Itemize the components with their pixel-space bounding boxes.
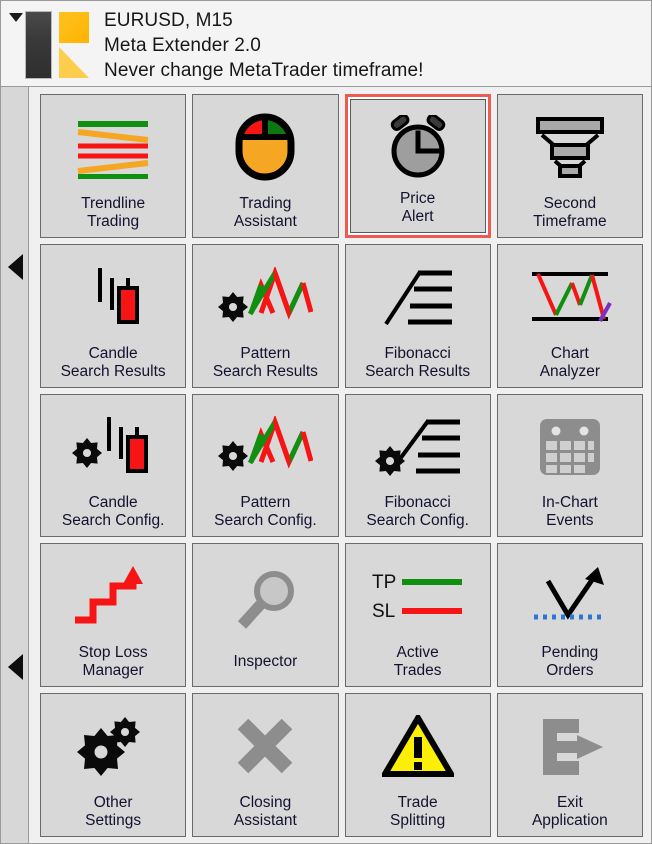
tile-closing-assistant[interactable]: Closing Assistant (192, 693, 339, 837)
svg-text:SL: SL (372, 601, 395, 622)
tile-label-price-alert: Price Alert (399, 189, 436, 225)
mouse-icon (193, 95, 337, 195)
tile-price-alert[interactable]: Price Alert (347, 97, 488, 235)
candlestick-gear-icon (41, 395, 185, 495)
timeframe-warning: Never change MetaTrader timeframe! (104, 60, 424, 81)
header-text-block: EURUSD, M15 Meta Extender 2.0 Never chan… (104, 8, 424, 83)
tile-other-settings[interactable]: Other Settings (40, 693, 187, 837)
fibonacci-gear-icon (346, 395, 490, 495)
meta-extender-window: EURUSD, M15 Meta Extender 2.0 Never chan… (0, 0, 652, 844)
triangle-left-icon-top[interactable] (8, 254, 23, 280)
warning-triangle-icon (346, 694, 490, 794)
window-body: Trendline Trading Trading Assistant Pric… (1, 87, 651, 843)
tile-chart-analyzer[interactable]: Chart Analyzer (496, 243, 643, 388)
tile-label-candle-search-results: Candle Search Results (60, 344, 166, 380)
tile-label-active-trades: Active Trades (393, 644, 442, 680)
tile-cell-closing-assistant: Closing Assistant (192, 693, 339, 837)
alarm-clock-icon (351, 100, 485, 190)
tile-cell-active-trades: TP SL Active Trades (344, 543, 491, 688)
funnel-stack-icon (498, 95, 642, 195)
tile-stop-loss-manager[interactable]: Stop Loss Manager (40, 543, 187, 688)
tile-cell-in-chart-events: In-Chart Events (496, 393, 643, 538)
symbol-timeframe: EURUSD, M15 (104, 10, 233, 31)
left-rail (1, 87, 29, 843)
tile-cell-trade-splitting: Trade Splitting (344, 693, 491, 837)
tile-grid: Trendline Trading Trading Assistant Pric… (40, 94, 643, 837)
tile-inspector[interactable]: Inspector (192, 543, 339, 688)
tile-label-pending-orders: Pending Orders (541, 644, 599, 680)
zigzag-gear-icon (193, 245, 337, 345)
tile-cell-trading-assistant: Trading Assistant (192, 94, 339, 238)
tile-label-in-chart-events: In-Chart Events (541, 494, 598, 530)
tile-fibonacci-search-config[interactable]: Fibonacci Search Config. (344, 393, 491, 538)
window-header: EURUSD, M15 Meta Extender 2.0 Never chan… (1, 1, 651, 87)
tile-label-exit-application: Exit Application (531, 794, 608, 829)
tile-cell-pattern-search-config: Pattern Search Config. (192, 393, 339, 538)
tile-cell-second-timeframe: Second Timeframe (496, 94, 643, 238)
tile-pattern-search-results[interactable]: Pattern Search Results (192, 243, 339, 388)
tile-candle-search-config[interactable]: Candle Search Config. (40, 393, 187, 538)
tile-label-second-timeframe: Second Timeframe (533, 194, 607, 230)
tile-label-other-settings: Other Settings (85, 794, 142, 829)
staircase-arrow-icon (41, 544, 185, 644)
tile-in-chart-events[interactable]: In-Chart Events (496, 393, 643, 538)
tile-pending-orders[interactable]: Pending Orders (496, 543, 643, 688)
tile-active-trades[interactable]: TP SL Active Trades (344, 543, 491, 688)
tile-cell-other-settings: Other Settings (40, 693, 187, 837)
tile-cell-trendline-trading: Trendline Trading (40, 94, 187, 238)
tile-label-chart-analyzer: Chart Analyzer (539, 344, 601, 380)
triangle-left-icon-bottom[interactable] (8, 654, 23, 680)
tile-grid-wrap: Trendline Trading Trading Assistant Pric… (29, 87, 651, 843)
tile-trendline-trading[interactable]: Trendline Trading (40, 94, 187, 238)
tile-label-trade-splitting: Trade Splitting (390, 794, 446, 829)
trendlines-icon (41, 95, 185, 195)
exit-icon (498, 694, 642, 794)
zigzag-gear-icon (193, 395, 337, 495)
calendar-icon (498, 395, 642, 495)
tile-second-timeframe[interactable]: Second Timeframe (496, 94, 643, 238)
tile-cell-exit-application: Exit Application (496, 693, 643, 837)
app-name: Meta Extender 2.0 (104, 35, 261, 56)
gears-icon (41, 694, 185, 794)
chart-analyzer-icon (498, 245, 642, 345)
tile-label-stop-loss-manager: Stop Loss Manager (78, 644, 148, 680)
tile-exit-application[interactable]: Exit Application (496, 693, 643, 837)
tile-cell-inspector: Inspector (192, 543, 339, 688)
tile-cell-chart-analyzer: Chart Analyzer (496, 243, 643, 388)
fibonacci-icon (346, 245, 490, 345)
tile-cell-pattern-search-results: Pattern Search Results (192, 243, 339, 388)
tile-cell-fibonacci-search-results: Fibonacci Search Results (344, 243, 491, 388)
cross-icon (193, 694, 337, 794)
tile-fibonacci-search-results[interactable]: Fibonacci Search Results (344, 243, 491, 388)
tile-trading-assistant[interactable]: Trading Assistant (192, 94, 339, 238)
svg-text:TP: TP (372, 572, 396, 593)
pending-arrow-icon (498, 544, 642, 644)
tile-label-trading-assistant: Trading Assistant (233, 194, 297, 230)
tile-cell-pending-orders: Pending Orders (496, 543, 643, 688)
tile-label-candle-search-config: Candle Search Config. (61, 494, 165, 530)
tile-pattern-search-config[interactable]: Pattern Search Config. (192, 393, 339, 538)
magnifier-icon (193, 544, 337, 653)
tile-cell-candle-search-config: Candle Search Config. (40, 393, 187, 538)
tile-label-trendline-trading: Trendline Trading (81, 194, 146, 230)
tile-label-fibonacci-search-config: Fibonacci Search Config. (366, 494, 469, 530)
tile-cell-fibonacci-search-config: Fibonacci Search Config. (344, 393, 491, 538)
tile-label-closing-assistant: Closing Assistant (233, 794, 297, 829)
tile-label-fibonacci-search-results: Fibonacci Search Results (365, 344, 471, 380)
tp-sl-lines-icon: TP SL (346, 544, 490, 644)
tile-cell-stop-loss-manager: Stop Loss Manager (40, 543, 187, 688)
tile-cell-price-alert: Price Alert (344, 94, 491, 238)
tile-label-inspector: Inspector (233, 653, 298, 671)
candlestick-icon (41, 245, 185, 345)
caret-down-icon[interactable] (7, 11, 25, 23)
tile-trade-splitting[interactable]: Trade Splitting (344, 693, 491, 837)
meta-extender-logo (25, 11, 91, 79)
tile-label-pattern-search-results: Pattern Search Results (212, 344, 318, 380)
tile-label-pattern-search-config: Pattern Search Config. (214, 494, 317, 530)
tile-cell-candle-search-results: Candle Search Results (40, 243, 187, 388)
tile-candle-search-results[interactable]: Candle Search Results (40, 243, 187, 388)
